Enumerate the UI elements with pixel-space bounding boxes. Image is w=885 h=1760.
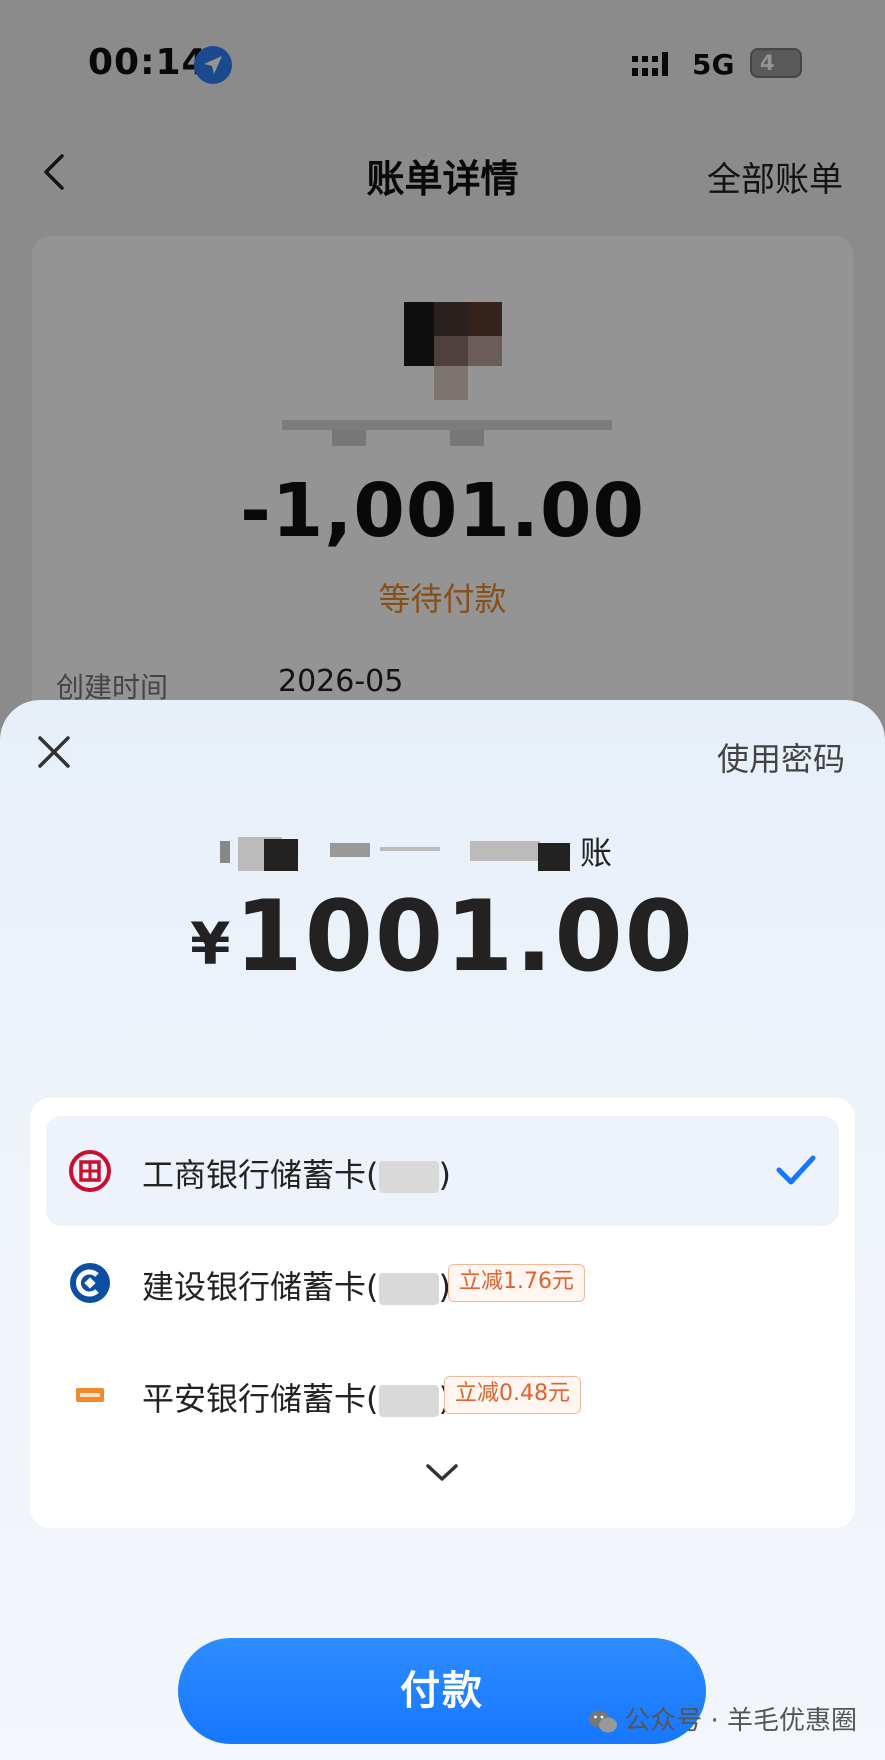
card-number-redacted xyxy=(378,1385,439,1417)
icbc-icon xyxy=(69,1150,111,1192)
pingan-icon xyxy=(76,1388,104,1402)
bank-name-text: 建设银行储蓄卡( xyxy=(142,1268,379,1306)
use-password-link[interactable]: 使用密码 xyxy=(717,734,845,780)
payment-method-pingan[interactable]: 平安银行储蓄卡() 立减0.48元 xyxy=(46,1340,839,1450)
discount-badge: 立减0.48元 xyxy=(444,1376,581,1414)
card-number-redacted xyxy=(378,1273,439,1305)
chevron-down-icon[interactable] xyxy=(424,1460,460,1484)
ccb-icon xyxy=(70,1263,110,1303)
method-label: 建设银行储蓄卡() xyxy=(142,1262,451,1308)
discount-badge: 立减1.76元 xyxy=(448,1264,585,1302)
card-number-redacted xyxy=(378,1161,439,1193)
payment-method-list: 工商银行储蓄卡() 建设银行储蓄卡() 立减1.76元 平安银行储蓄卡(立减0… xyxy=(30,1098,855,1528)
bank-name-text: 工商银行储蓄卡( xyxy=(142,1156,379,1194)
method-label: 平安银行储蓄卡() xyxy=(142,1374,451,1420)
checkmark-icon xyxy=(776,1155,816,1185)
watermark-text: 公众号 · 羊毛优惠圈 xyxy=(624,1706,857,1736)
bank-name-close: ) xyxy=(438,1156,451,1194)
payment-amount: ¥1001.00 xyxy=(0,880,885,994)
method-label: 工商银行储蓄卡() xyxy=(142,1150,451,1196)
payment-method-ccb[interactable]: 建设银行储蓄卡() 立减1.76元 xyxy=(46,1228,839,1338)
payee-name: 账 xyxy=(220,828,612,879)
wechat-icon xyxy=(589,1710,618,1732)
payment-method-icbc[interactable]: 工商银行储蓄卡() xyxy=(46,1116,839,1226)
amount-value: 1001.00 xyxy=(234,880,695,994)
watermark: 公众号 · 羊毛优惠圈 xyxy=(588,1700,857,1737)
payee-suffix: 账 xyxy=(580,834,613,872)
payee-redacted xyxy=(220,831,580,879)
payment-sheet: 使用密码 账 ¥1001.00 工商银行储蓄卡() 建设银行储蓄卡() 立减1… xyxy=(0,700,885,1760)
bill-detail-page: 00:14 5G 4 账单详情 全部账单 -1,001.00 等待付款 创建时间… xyxy=(0,0,885,776)
bank-name-text: 平安银行储蓄卡( xyxy=(142,1380,379,1418)
currency-symbol: ¥ xyxy=(190,910,231,978)
dim-overlay[interactable] xyxy=(0,0,885,760)
close-icon[interactable] xyxy=(34,732,74,772)
